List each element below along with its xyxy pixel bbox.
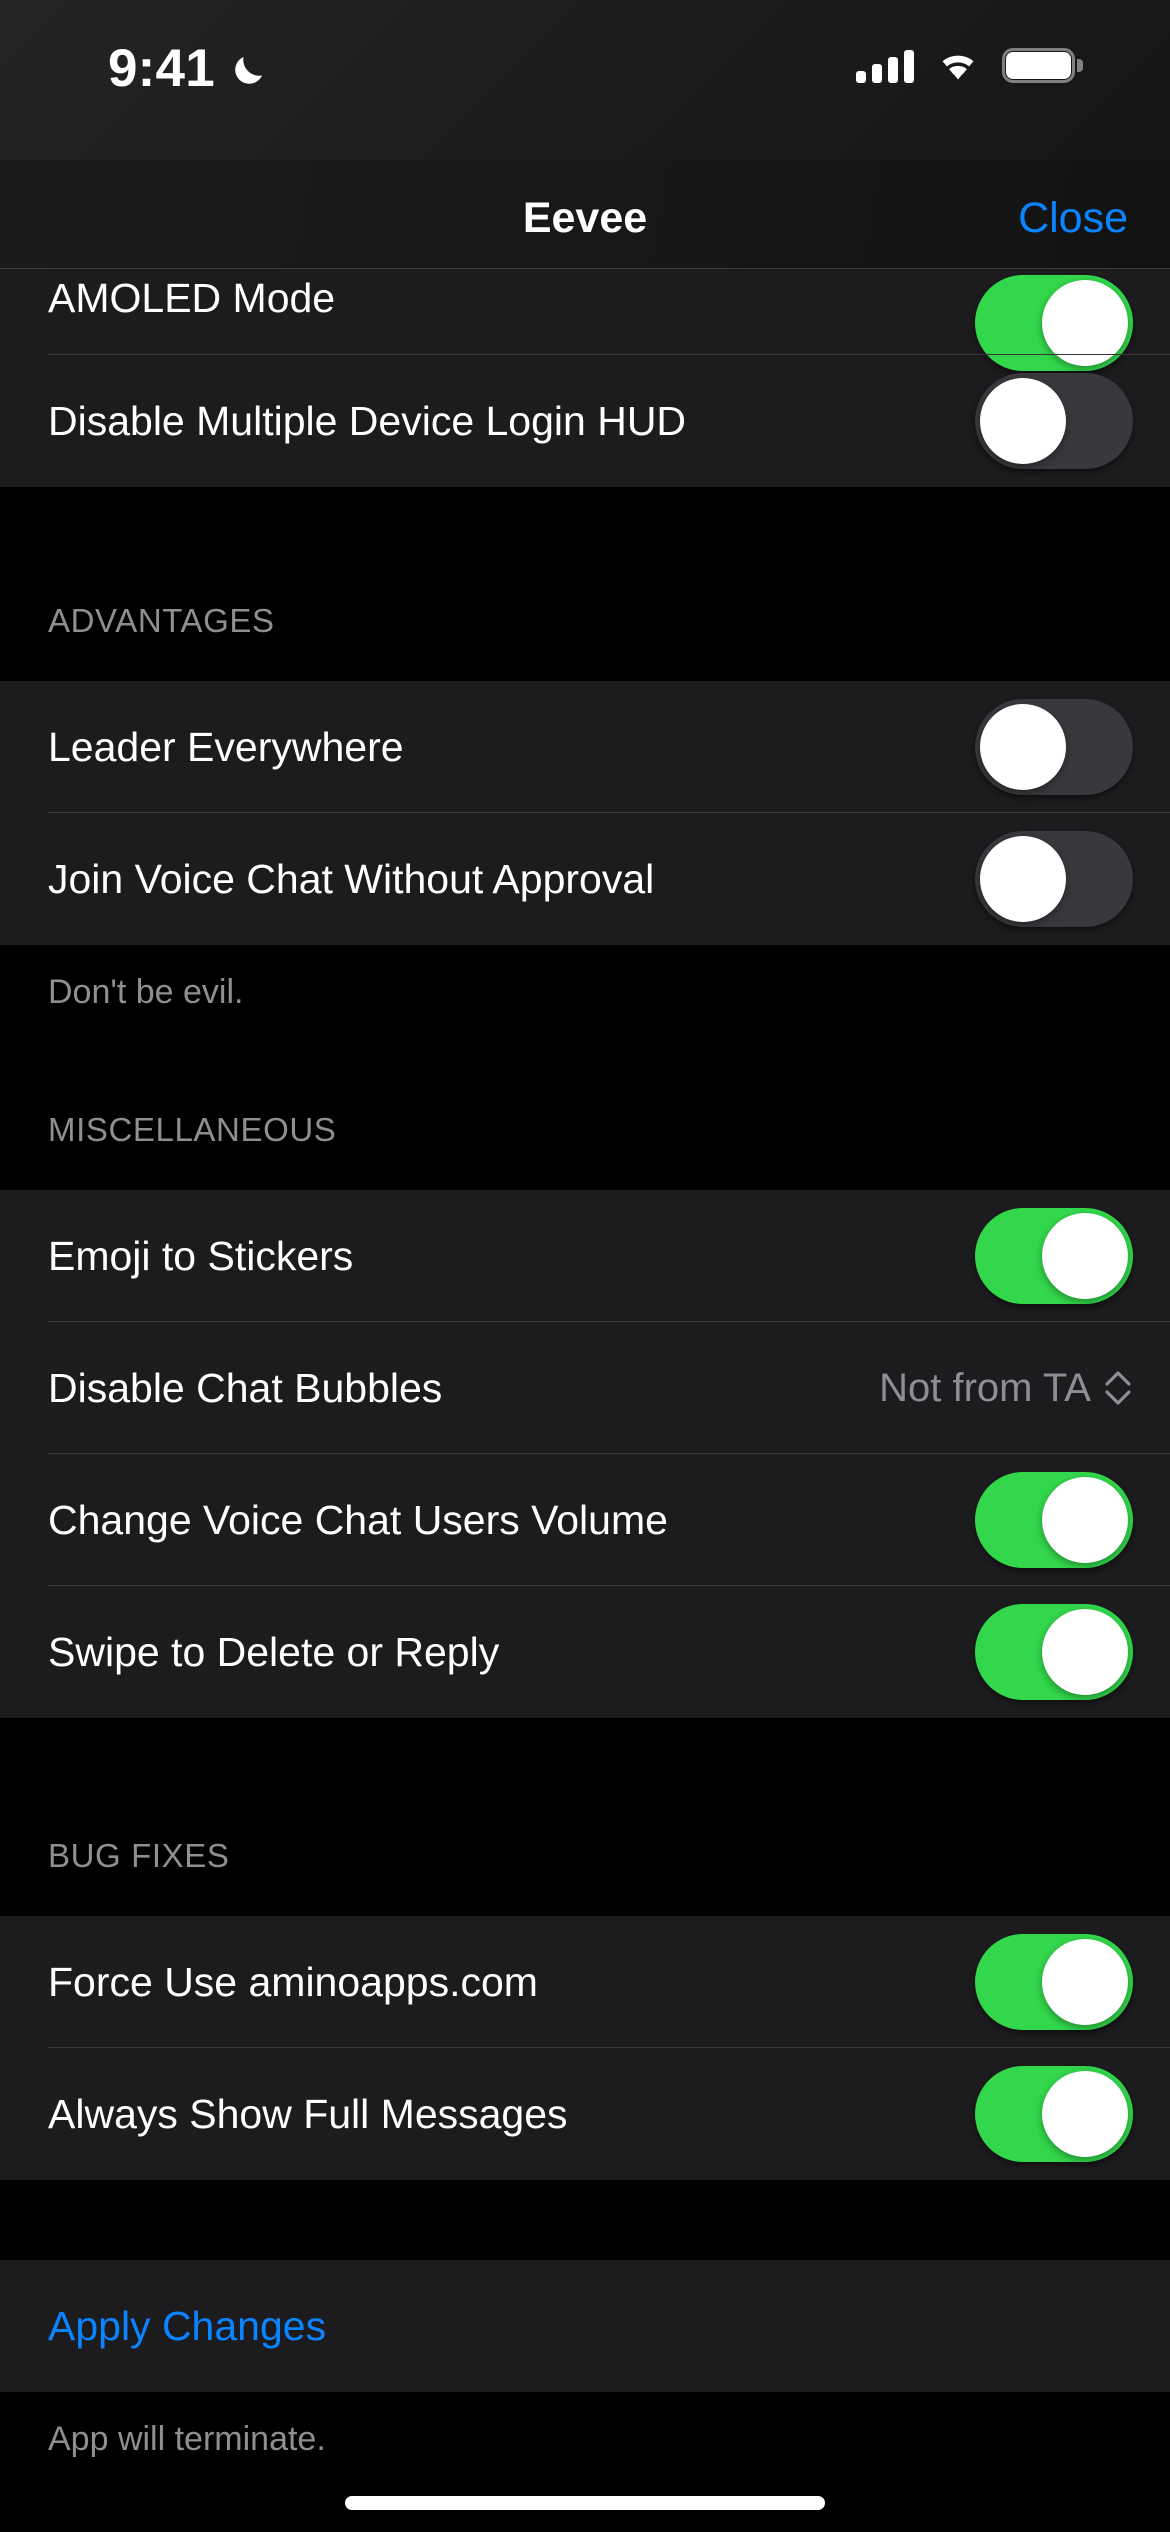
toggle-knob — [1042, 1609, 1128, 1695]
section-gap — [0, 487, 1170, 561]
toggle-switch[interactable] — [975, 831, 1133, 927]
section-gap — [0, 1718, 1170, 1796]
wifi-icon — [936, 49, 980, 82]
toggle-switch[interactable] — [975, 1472, 1133, 1568]
toggle-knob — [1042, 2071, 1128, 2157]
home-indicator[interactable] — [345, 2496, 825, 2510]
apply-changes-button[interactable]: Apply Changes — [48, 2303, 1133, 2350]
status-bar-right — [856, 48, 1083, 83]
settings-row[interactable]: Change Voice Chat Users Volume — [0, 1454, 1170, 1586]
section-header-bug-fixes: BUG FIXES — [48, 1837, 230, 1874]
section-gap — [0, 1012, 1170, 1070]
toggle-switch[interactable] — [975, 699, 1133, 795]
settings-row[interactable]: Apply Changes — [0, 2260, 1170, 2392]
navigation-bar: Eevee Close — [0, 160, 1170, 268]
row-label: Always Show Full Messages — [48, 2090, 568, 2137]
settings-group-miscellaneous: Emoji to Stickers Disable Chat Bubbles Not… — [0, 1190, 1170, 1718]
settings-row[interactable]: Disable Multiple Device Login HUD — [0, 355, 1170, 487]
settings-row[interactable]: AMOLED Mode — [0, 269, 1170, 371]
toggle-knob — [980, 704, 1066, 790]
app-screen: 9:41 Eevee Close AMOLED Mode Disable Mul… — [0, 0, 1170, 2532]
toggle-knob — [1042, 1213, 1128, 1299]
moon-icon — [229, 48, 271, 90]
settings-list[interactable]: AMOLED Mode Disable Multiple Device Login… — [0, 269, 1170, 2458]
row-label: AMOLED Mode — [48, 275, 336, 321]
section-header-advantages: ADVANTAGES — [48, 602, 275, 639]
settings-row[interactable]: Disable Chat Bubbles Not from TA — [0, 1322, 1170, 1454]
toggle-switch[interactable] — [975, 2066, 1133, 2162]
row-label: Leader Everywhere — [48, 723, 404, 770]
toggle-switch[interactable] — [975, 1934, 1133, 2030]
settings-group-bug-fixes: Force Use aminoapps.com Always Show Full … — [0, 1916, 1170, 2180]
toggle-switch[interactable] — [975, 373, 1133, 469]
close-button[interactable]: Close — [1018, 194, 1128, 243]
row-value: Not from TA — [879, 1365, 1091, 1410]
toggle-switch[interactable] — [975, 1208, 1133, 1304]
section-gap — [0, 2180, 1170, 2260]
status-bar-left: 9:41 — [108, 42, 271, 95]
settings-row[interactable]: Emoji to Stickers — [0, 1190, 1170, 1322]
row-label: Change Voice Chat Users Volume — [48, 1496, 668, 1543]
settings-row[interactable]: Always Show Full Messages — [0, 2048, 1170, 2180]
row-label: Swipe to Delete or Reply — [48, 1628, 500, 1675]
settings-group-top-partial: AMOLED Mode Disable Multiple Device Login… — [0, 269, 1170, 487]
row-label: Emoji to Stickers — [48, 1232, 354, 1279]
toggle-switch[interactable] — [975, 1604, 1133, 1700]
section-footer-apply: App will terminate. — [48, 2420, 326, 2458]
status-bar: 9:41 — [0, 0, 1170, 160]
settings-group-apply: Apply Changes — [0, 2260, 1170, 2392]
row-label: Join Voice Chat Without Approval — [48, 855, 655, 902]
toggle-knob — [1042, 1939, 1128, 2025]
section-footer-advantages: Don't be evil. — [48, 973, 244, 1011]
battery-full-icon — [1002, 48, 1083, 83]
settings-row[interactable]: Force Use aminoapps.com — [0, 1916, 1170, 2048]
toggle-knob — [980, 836, 1066, 922]
up-down-chevron-icon[interactable] — [1103, 1367, 1133, 1409]
cellular-signal-icon — [856, 49, 914, 83]
row-label: Disable Multiple Device Login HUD — [48, 397, 687, 444]
page-title: Eevee — [522, 194, 648, 242]
settings-row[interactable]: Leader Everywhere — [0, 681, 1170, 813]
settings-row[interactable]: Join Voice Chat Without Approval — [0, 813, 1170, 945]
status-time: 9:41 — [108, 39, 215, 98]
row-label: Force Use aminoapps.com — [48, 1958, 538, 2005]
settings-row[interactable]: Swipe to Delete or Reply — [0, 1586, 1170, 1718]
toggle-knob — [980, 378, 1066, 464]
row-label: Disable Chat Bubbles — [48, 1364, 443, 1411]
settings-group-advantages: Leader Everywhere Join Voice Chat Without… — [0, 681, 1170, 945]
toggle-knob — [1042, 1477, 1128, 1563]
section-header-miscellaneous: MISCELLANEOUS — [48, 1111, 337, 1148]
